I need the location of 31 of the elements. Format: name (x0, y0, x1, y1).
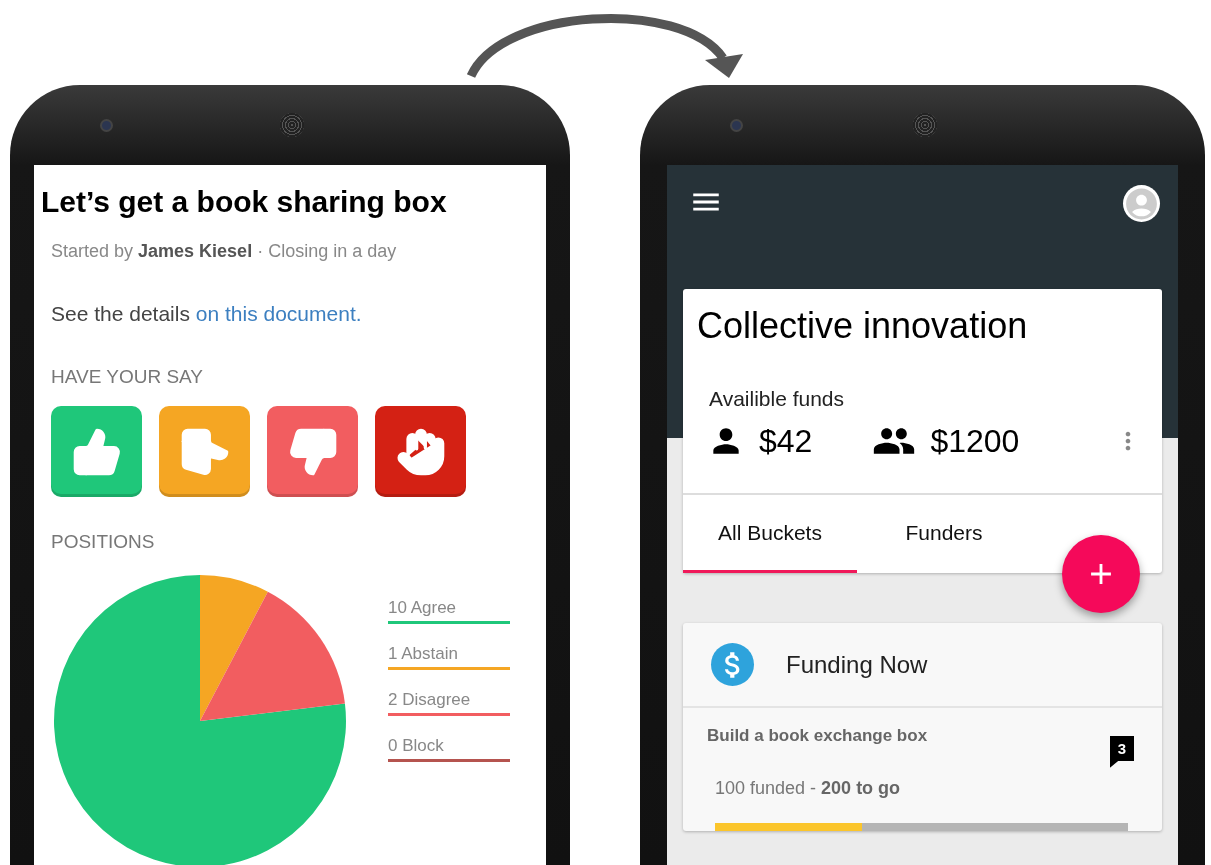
thumbs-up-button[interactable] (51, 406, 142, 497)
section-heading: HAVE YOUR SAY (50, 365, 205, 388)
section-title: Funding Now (786, 650, 928, 679)
camera-icon (100, 118, 113, 132)
funds-label: Availible funds (708, 386, 846, 411)
thumbs-down-button[interactable] (267, 406, 358, 497)
avatar-icon[interactable] (1123, 185, 1160, 222)
legend-item: 10 Agree (388, 598, 510, 624)
legend-item: 1 Abstain (388, 644, 510, 670)
add-button[interactable] (1062, 535, 1140, 613)
comment-count-badge[interactable]: 3 (1109, 736, 1134, 768)
progress-text: 100 funded - 200 to go (714, 777, 902, 799)
funds-amount: $1200 (930, 422, 1020, 460)
speaker-grille-icon (280, 113, 304, 137)
document-link[interactable]: on this document. (195, 302, 362, 325)
raised-hand-button[interactable] (375, 406, 466, 497)
group-title: Collective innovation (696, 304, 1029, 347)
legend-item: 0 Block (388, 736, 510, 762)
speaker-grille-icon (912, 113, 937, 137)
camera-icon (730, 118, 743, 132)
thumb-sideways-button[interactable] (159, 406, 250, 497)
tab[interactable]: Funders (857, 495, 1031, 573)
proposal-title: Let’s get a book sharing box (40, 184, 448, 219)
byline-text: Started by James Kiesel · Closing in a day (50, 240, 398, 262)
dollar-icon (711, 643, 754, 686)
details-text: See the details on this document. (50, 301, 363, 326)
funds-amount: $42 (759, 422, 813, 460)
bucket-title: Build a book exchange box (707, 726, 928, 747)
tab[interactable]: All Buckets (683, 495, 857, 573)
section-heading: POSITIONS (50, 530, 156, 553)
legend-item: 2 Disagree (388, 690, 510, 716)
